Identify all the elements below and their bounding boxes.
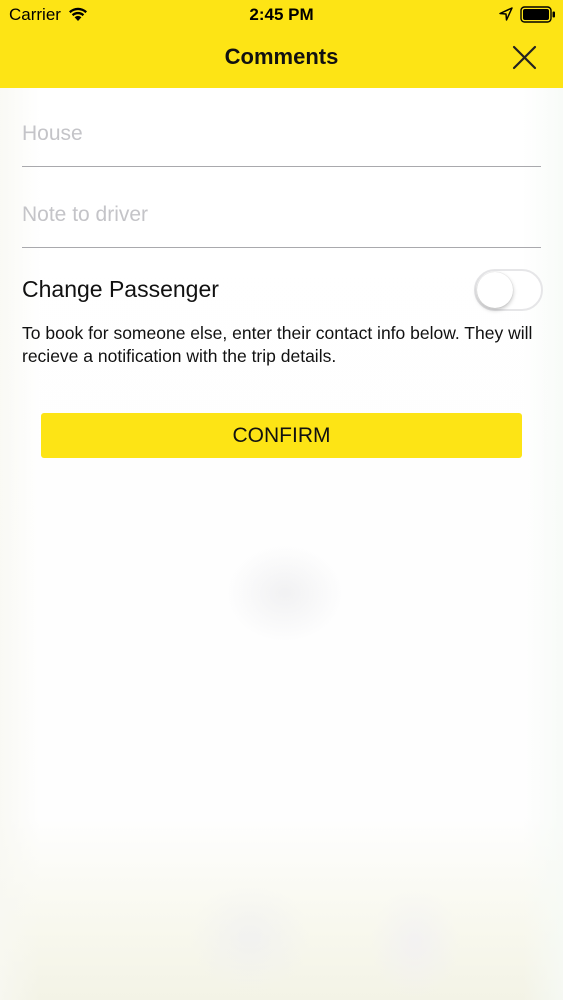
note-to-driver-input[interactable] xyxy=(22,203,541,227)
header-bar: Carrier 2:45 PM Comments xyxy=(0,0,563,88)
toggle-knob xyxy=(477,272,513,308)
status-time: 2:45 PM xyxy=(249,5,314,24)
change-passenger-info: To book for someone else, enter their co… xyxy=(22,323,533,366)
close-icon xyxy=(512,45,537,70)
page-title: Comments xyxy=(224,44,339,69)
confirm-button[interactable]: CONFIRM xyxy=(41,413,522,458)
status-bar: Carrier 2:45 PM xyxy=(0,0,563,30)
battery-icon xyxy=(520,6,555,23)
house-field xyxy=(22,107,541,167)
change-passenger-toggle[interactable] xyxy=(474,269,543,311)
location-arrow-icon xyxy=(499,7,513,21)
note-field xyxy=(22,188,541,248)
close-button[interactable] xyxy=(507,41,541,75)
change-passenger-label: Change Passenger xyxy=(22,276,219,302)
comments-screen: Carrier 2:45 PM Comments House Note to d… xyxy=(0,0,563,1000)
house-input[interactable] xyxy=(22,122,541,146)
